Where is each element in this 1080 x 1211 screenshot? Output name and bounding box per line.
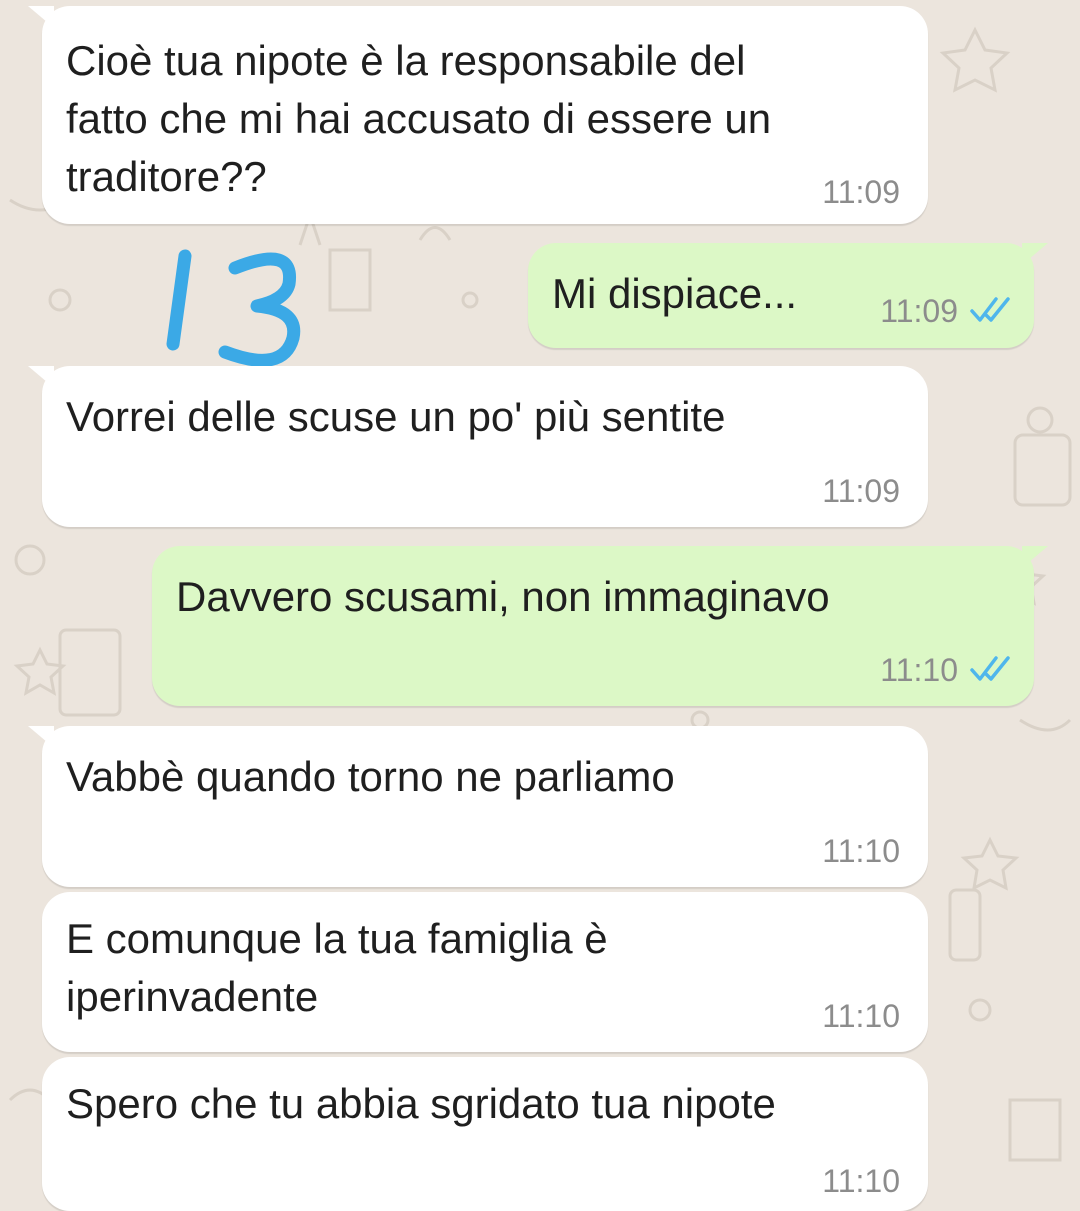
message-text: Vorrei delle scuse un po' più sentite	[66, 393, 726, 440]
bubble-tail	[28, 366, 54, 388]
message-bubble-outgoing[interactable]: Davvero scusami, non immaginavo 11:10	[152, 546, 1048, 706]
message-bubble-outgoing[interactable]: Mi dispiace... 11:09	[528, 243, 1048, 348]
message-text: Spero che tu abbia sgridato tua nipote	[66, 1080, 776, 1127]
bubble-tail	[1022, 546, 1048, 568]
message-bubble-incoming[interactable]: Spero che tu abbia sgridato tua nipote 1…	[42, 1057, 928, 1211]
bubble-tail	[28, 726, 54, 748]
message-text: Vabbè quando torno ne parliamo	[66, 753, 675, 800]
message-text: Cioè tua nipote è la responsabile del fa…	[66, 37, 772, 200]
message-bubble-incoming[interactable]: Cioè tua nipote è la responsabile del fa…	[28, 6, 928, 224]
handwritten-annotation: 13	[166, 249, 301, 367]
double-check-icon	[970, 656, 1010, 681]
message-timestamp: 11:09	[822, 174, 900, 210]
message-text: Davvero scusami, non immaginavo	[176, 573, 830, 620]
message-timestamp: 11:10	[822, 833, 900, 869]
message-text: Mi dispiace...	[552, 270, 798, 317]
message-bubble-incoming[interactable]: E comunque la tua famiglia è iperinvaden…	[42, 892, 928, 1052]
message-bubble-incoming[interactable]: Vorrei delle scuse un po' più sentite 11…	[28, 366, 928, 527]
bubble-tail	[28, 6, 54, 28]
double-check-icon	[970, 297, 1010, 322]
message-timestamp: 11:10	[880, 652, 958, 688]
message-timestamp: 11:09	[880, 293, 958, 329]
message-timestamp: 11:09	[822, 473, 900, 509]
message-text: E comunque la tua famiglia è iperinvaden…	[66, 915, 608, 1020]
message-timestamp: 11:10	[822, 1163, 900, 1199]
message-bubble-incoming[interactable]: Vabbè quando torno ne parliamo 11:10	[28, 726, 928, 887]
message-timestamp: 11:10	[822, 998, 900, 1034]
bubble-tail	[1022, 243, 1048, 265]
